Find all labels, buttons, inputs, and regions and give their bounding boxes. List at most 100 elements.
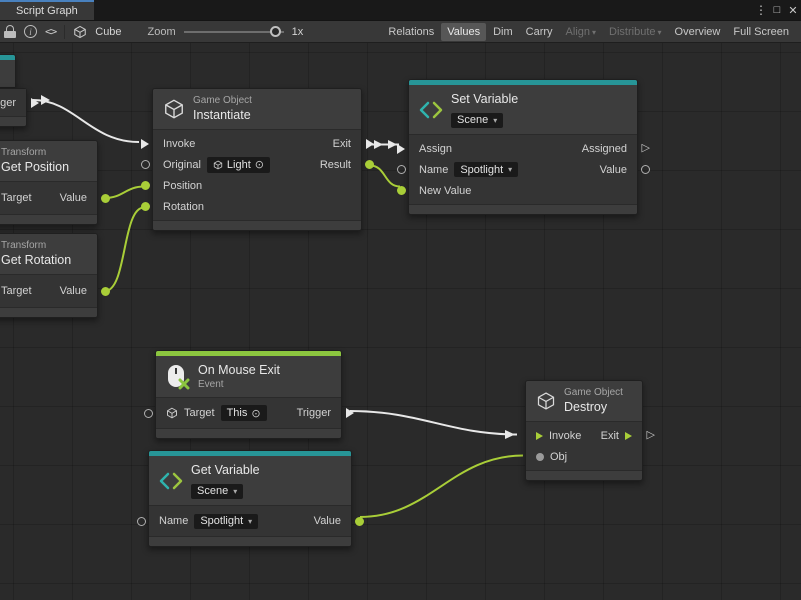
mouse-icon (166, 364, 190, 390)
game-object-icon (163, 98, 185, 120)
node-on-mouse-exit[interactable]: On Mouse Exit Event Target This ⊙ (155, 350, 342, 439)
flow-arrow-icon[interactable] (625, 432, 632, 440)
graph-canvas[interactable]: Trigger Transform Get Position Target Va (0, 43, 801, 600)
visual-scripting-window: Script Graph ⋮ □ ✕ i <> Cube Zoom 1x Rel… (0, 0, 801, 600)
maximize-icon[interactable]: □ (769, 0, 785, 20)
port-target-in[interactable] (144, 409, 153, 418)
object-field-this[interactable]: This ⊙ (221, 405, 267, 421)
lock-icon[interactable] (4, 25, 16, 38)
variable-scope-dropdown[interactable]: Scene ▾ (191, 484, 243, 499)
port-position-in[interactable] (141, 181, 150, 190)
port-label-obj: Obj (550, 451, 567, 463)
port-label-target: Target (1, 192, 32, 204)
node-title: Destroy (564, 399, 623, 415)
zoom-slider-knob[interactable] (270, 26, 281, 37)
port-label-original: Original (163, 159, 201, 171)
tab-strip: Script Graph ⋮ □ ✕ (0, 0, 801, 21)
relations-button[interactable]: Relations (382, 23, 440, 41)
wire-getposition-position (105, 187, 144, 199)
node-title: Get Position (1, 159, 69, 175)
port-label-value: Value (60, 192, 87, 204)
cube-icon (73, 25, 87, 39)
port-rotation-in[interactable] (141, 202, 150, 211)
wire-arrow (388, 140, 397, 149)
port-original-in[interactable] (141, 160, 150, 169)
port-value-out[interactable] (355, 517, 364, 526)
overview-button[interactable]: Overview (669, 23, 727, 41)
wire-layer (0, 43, 801, 600)
wire-getvariable-obj (360, 456, 523, 518)
object-picker-icon[interactable]: ⊙ (255, 158, 264, 171)
values-button[interactable]: Values (441, 23, 486, 41)
port-trigger-out[interactable] (346, 408, 354, 418)
wire-trigger-destroy-invoke (350, 411, 517, 435)
distribute-button[interactable]: Distribute▾ (603, 23, 667, 41)
node-subtitle: Event (198, 378, 280, 391)
port-label-position: Position (163, 180, 202, 192)
wire-result-newvalue (370, 166, 400, 187)
port-label-trigger: Trigger (0, 97, 16, 109)
chevron-down-icon: ▾ (592, 28, 596, 37)
zoom-slider-track (184, 31, 284, 33)
port-name-in[interactable] (397, 165, 406, 174)
node-destroy[interactable]: Game Object Destroy Invoke Exit ▷ Obj (525, 380, 643, 481)
port-exit-out[interactable]: ▷ (647, 429, 655, 440)
port-value-out[interactable] (101, 287, 110, 296)
port-name-in[interactable] (137, 517, 146, 526)
node-header (0, 60, 15, 87)
node-category: Game Object (193, 95, 252, 107)
node-footer (0, 215, 97, 224)
object-field-value: Light (227, 159, 251, 171)
object-picker-icon[interactable]: ⊙ (251, 407, 260, 420)
node-category: Transform (1, 240, 71, 252)
port-result-out[interactable] (365, 160, 374, 169)
node-get-variable[interactable]: Get Variable Scene ▾ Name Spotlight ▾ (148, 450, 352, 547)
node-get-rotation[interactable]: Transform Get Rotation Target Value (0, 233, 98, 318)
port-value-out[interactable] (641, 165, 650, 174)
carry-button[interactable]: Carry (520, 23, 559, 41)
port-exit-out[interactable] (366, 139, 374, 149)
node-title: On Mouse Exit (198, 362, 280, 378)
flow-arrow-icon[interactable] (536, 432, 543, 440)
node-footer (156, 429, 341, 438)
port-label-trigger: Trigger (297, 407, 331, 419)
variable-scope-dropdown[interactable]: Scene ▾ (451, 113, 503, 128)
node-set-variable[interactable]: Set Variable Scene ▾ Assign Assigned ▷ (408, 79, 638, 215)
node-instantiate[interactable]: Game Object Instantiate Invoke Exit Orig… (152, 88, 362, 231)
port-trigger-out[interactable] (31, 98, 39, 108)
game-object-icon (213, 160, 223, 170)
port-label-target: Target (184, 407, 215, 419)
align-button[interactable]: Align▾ (560, 23, 602, 41)
port-label-value: Value (314, 515, 341, 527)
node-title: Set Variable (451, 91, 518, 107)
port-label-value: Value (600, 164, 627, 176)
wire-trigger-invoke (33, 100, 139, 142)
node-fragment-variable[interactable] (0, 54, 16, 88)
port-newvalue-in[interactable] (397, 186, 406, 195)
node-get-position[interactable]: Transform Get Position Target Value (0, 140, 98, 225)
port-label-rotation: Rotation (163, 201, 204, 213)
node-header: Game Object Instantiate (153, 89, 361, 129)
close-icon[interactable]: ✕ (785, 0, 801, 20)
node-title: Instantiate (193, 107, 252, 123)
chevron-down-icon: ▾ (248, 517, 252, 526)
dim-button[interactable]: Dim (487, 23, 519, 41)
object-field-light[interactable]: Light ⊙ (207, 157, 270, 173)
port-assign-in[interactable] (397, 144, 405, 154)
port-obj-in[interactable] (536, 453, 544, 461)
variable-name-dropdown[interactable]: Spotlight ▾ (454, 162, 518, 177)
code-icon[interactable]: <> (45, 24, 56, 40)
node-fragment-event[interactable]: Trigger (0, 88, 27, 127)
variable-name-dropdown[interactable]: Spotlight ▾ (194, 514, 258, 529)
port-invoke-in[interactable] (141, 139, 149, 149)
zoom-slider[interactable] (184, 25, 284, 39)
tab-script-graph[interactable]: Script Graph (0, 0, 94, 20)
node-footer (0, 308, 97, 317)
port-label-name: Name (419, 164, 448, 176)
window-menu-icon[interactable]: ⋮ (753, 0, 769, 20)
fullscreen-button[interactable]: Full Screen (727, 23, 795, 41)
port-value-out[interactable] (101, 194, 110, 203)
get-variable-icon (159, 469, 183, 493)
info-icon[interactable]: i (24, 25, 37, 38)
port-assigned-out[interactable]: ▷ (642, 142, 650, 153)
